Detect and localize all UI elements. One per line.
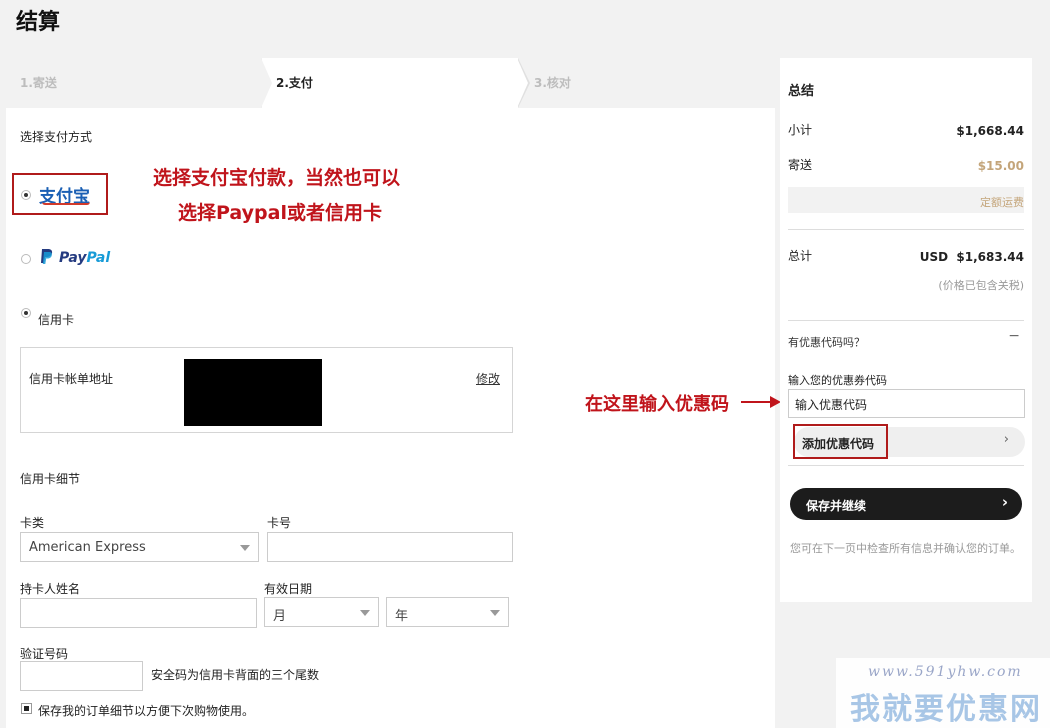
card-number-label: 卡号 xyxy=(267,516,292,530)
total-amount: USD $1,683.44 xyxy=(920,250,1024,264)
paypal-logo-pal: Pal xyxy=(86,250,111,266)
step-payment[interactable]: 2.支付 xyxy=(262,58,518,108)
page-title: 结算 xyxy=(16,10,61,35)
subtotal-label: 小计 xyxy=(788,123,813,137)
step-review-label: 3.核对 xyxy=(534,76,571,90)
redacted-address-block xyxy=(184,359,322,426)
billing-address-label: 信用卡帐单地址 xyxy=(29,372,114,386)
watermark-url: www.591yhw.com xyxy=(868,664,1023,680)
divider xyxy=(788,320,1024,321)
cvv-hint: 安全码为信用卡背面的三个尾数 xyxy=(151,668,320,682)
total-label: 总计 xyxy=(788,249,813,263)
alipay-swoosh-icon xyxy=(42,202,90,205)
paypal-p-icon xyxy=(39,248,55,266)
chevron-right-icon: › xyxy=(1003,432,1009,447)
card-type-select[interactable]: American Express xyxy=(20,532,259,562)
expiry-year-select[interactable]: 年 xyxy=(386,597,509,627)
total-currency: USD xyxy=(919,250,949,264)
cvv-input[interactable] xyxy=(20,661,143,691)
expiry-month-value: 月 xyxy=(273,609,287,624)
card-type-value: American Express xyxy=(29,540,146,555)
shipping-label: 寄送 xyxy=(788,158,813,172)
chevron-down-icon xyxy=(490,610,500,616)
annotation-alipay-line1: 选择支付宝付款，当然也可以 xyxy=(153,167,401,189)
summary-footer-note: 您可在下一页中检查所有信息并确认您的订单。 xyxy=(790,542,1021,555)
step-divider xyxy=(261,58,272,108)
annotation-arrow-line xyxy=(741,401,771,403)
credit-card-label: 信用卡 xyxy=(38,313,75,327)
expiry-month-select[interactable]: 月 xyxy=(264,597,379,627)
annotation-alipay-line2: 选择Paypal或者信用卡 xyxy=(178,202,382,224)
expiry-label: 有效日期 xyxy=(264,582,313,596)
add-coupon-label: 添加优惠代码 xyxy=(802,437,875,451)
cvv-label: 验证号码 xyxy=(20,647,69,661)
save-continue-button[interactable]: 保存并继续 › xyxy=(790,488,1022,520)
expiry-year-value: 年 xyxy=(395,609,409,624)
paypal-logo-pay: Pay xyxy=(59,250,87,266)
summary-title: 总结 xyxy=(788,84,815,99)
subtotal-value: $1,668.44 xyxy=(956,124,1024,138)
billing-address-box: 信用卡帐单地址 修改 xyxy=(20,347,513,433)
cardholder-name-input[interactable] xyxy=(20,598,257,628)
divider xyxy=(788,465,1024,466)
card-details-title: 信用卡细节 xyxy=(20,472,81,486)
step-shipping-label: 1.寄送 xyxy=(20,76,57,90)
billing-edit-link[interactable]: 修改 xyxy=(476,370,500,387)
cardholder-name-label: 持卡人姓名 xyxy=(20,582,81,596)
coupon-code-label: 输入您的优惠券代码 xyxy=(788,374,887,387)
shipping-value: $15.00 xyxy=(977,159,1024,173)
total-value: $1,683.44 xyxy=(956,250,1024,264)
chevron-right-icon: › xyxy=(1001,493,1008,511)
chevron-down-icon xyxy=(240,545,250,551)
collapse-minus-icon[interactable]: − xyxy=(1008,328,1020,344)
order-summary: 总结 小计 $1,668.44 寄送 $15.00 定额运费 总计 USD $1… xyxy=(780,58,1032,602)
coupon-toggle[interactable]: 有优惠代码吗？ xyxy=(788,334,865,350)
paypal-radio[interactable] xyxy=(21,254,31,264)
chevron-down-icon xyxy=(360,610,370,616)
total-note: (价格已包含关税) xyxy=(938,279,1024,292)
card-type-label: 卡类 xyxy=(20,516,45,530)
step-payment-label: 2.支付 xyxy=(276,76,313,90)
shipping-method-link[interactable]: 定额运费 xyxy=(980,194,1024,210)
paypal-logo[interactable]: PayPal xyxy=(59,250,110,266)
annotation-coupon: 在这里输入优惠码 xyxy=(585,394,729,415)
payment-method-heading: 选择支付方式 xyxy=(20,130,93,144)
credit-card-radio[interactable] xyxy=(21,308,31,318)
payment-panel: 选择支付方式 支付宝 选择支付宝付款，当然也可以 选择Paypal或者信用卡 P… xyxy=(6,108,775,728)
save-details-label: 保存我的订单细节以方便下次购物使用。 xyxy=(38,704,255,718)
checkout-steps: 1.寄送 2.支付 3.核对 xyxy=(6,58,775,108)
card-number-input[interactable] xyxy=(267,532,513,562)
save-continue-label: 保存并继续 xyxy=(806,499,867,513)
step-shipping[interactable]: 1.寄送 xyxy=(6,58,261,108)
watermark-logo: 我就要优惠网 xyxy=(850,692,1042,727)
checkbox-mark-icon xyxy=(24,706,29,711)
coupon-code-placeholder: 输入优惠代码 xyxy=(795,398,868,412)
divider xyxy=(788,229,1024,230)
coupon-code-input[interactable]: 输入优惠代码 xyxy=(788,389,1025,418)
alipay-radio[interactable] xyxy=(21,190,31,200)
save-details-checkbox[interactable] xyxy=(21,703,32,714)
step-review[interactable]: 3.核对 xyxy=(520,58,775,108)
